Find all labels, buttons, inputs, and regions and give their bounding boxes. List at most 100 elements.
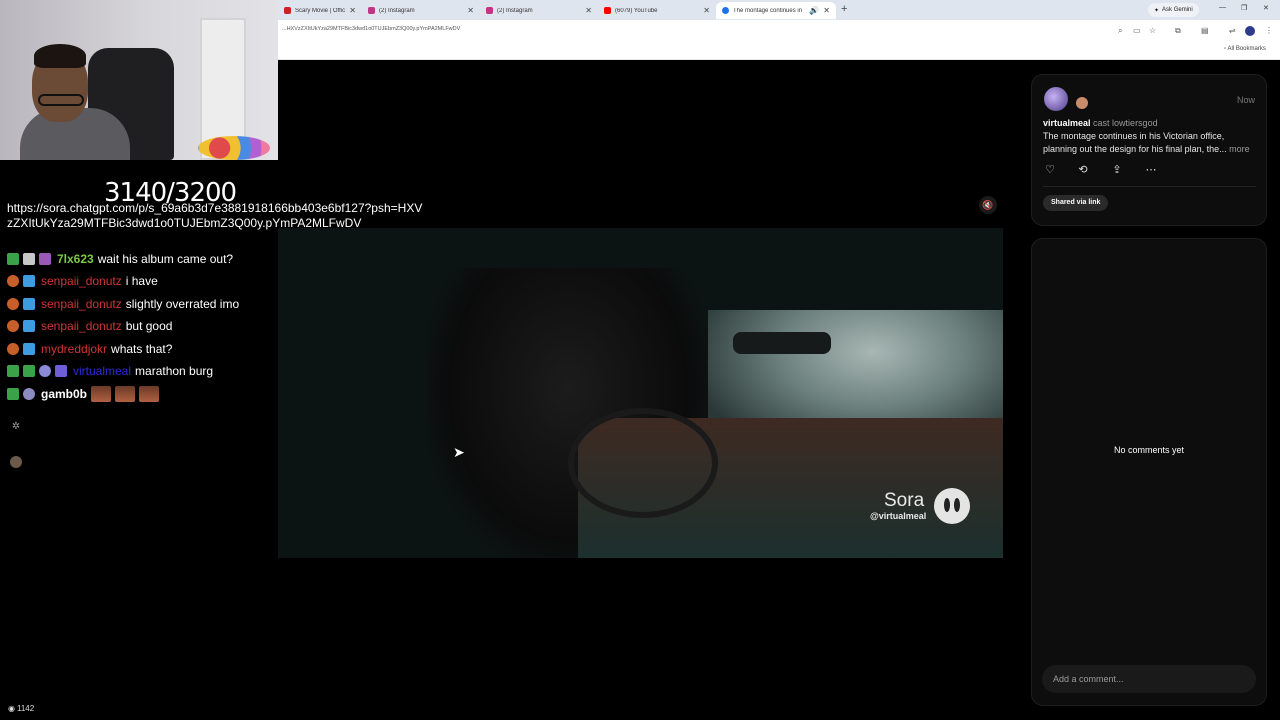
badge-icon — [7, 253, 19, 265]
tab-scary-movie[interactable]: Scary Movie | Official Tr ✕ — [278, 2, 362, 19]
badge-icon — [7, 298, 19, 310]
streamer-webcam — [0, 0, 278, 160]
post-divider — [1043, 186, 1256, 187]
chat-username: virtualmeal — [73, 364, 132, 378]
ask-gemini-label: Ask Gemini — [1162, 7, 1193, 13]
shared-via-link-badge: Shared via link — [1043, 195, 1109, 211]
bookmark-star-icon[interactable]: ☆ — [1149, 26, 1156, 35]
chat-url-message: https://sora.chatgpt.com/p/s_69a6b3d7e38… — [7, 201, 423, 230]
chat-message: gamb0b — [7, 385, 160, 403]
badge-icon — [23, 320, 35, 332]
video-steering-wheel — [568, 408, 718, 518]
badge-icon — [7, 320, 19, 332]
tab-title: (6079) YouTube — [615, 7, 658, 14]
chat-message: senpaii_donutz slightly overrated imo — [7, 295, 239, 313]
badge-icon — [7, 275, 19, 287]
chat-username: gamb0b — [41, 387, 88, 401]
badge-icon — [23, 388, 35, 400]
speaker-icon[interactable]: 🔊 — [809, 6, 819, 15]
user-avatar — [10, 456, 22, 468]
emote-icon — [115, 386, 136, 402]
share-icon[interactable]: ⇪ — [1110, 163, 1124, 177]
emote-icon — [91, 386, 112, 402]
badge-icon — [23, 275, 35, 287]
post-author-link[interactable]: virtualmeal — [1043, 118, 1091, 128]
close-tab-icon[interactable]: ✕ — [823, 6, 830, 15]
mouse-cursor-icon: ➤ — [453, 444, 465, 460]
all-bookmarks-label: All Bookmarks — [1227, 46, 1266, 52]
tab-title: Scary Movie | Official Tr — [295, 7, 346, 14]
post-more-link[interactable]: more — [1229, 144, 1250, 154]
close-tab-icon[interactable]: ✕ — [349, 6, 356, 15]
all-bookmarks-link[interactable]: ▫ All Bookmarks — [1224, 46, 1266, 52]
comment-input[interactable] — [1042, 665, 1256, 693]
tab-title: (2) Instagram — [379, 7, 415, 14]
settings-gear-icon[interactable]: ✲ — [10, 421, 22, 433]
chat-username: senpaii_donutz — [41, 319, 122, 333]
badge-icon — [23, 343, 35, 355]
video-rearview-mirror — [733, 332, 831, 354]
folder-icon: ▫ — [1224, 46, 1227, 52]
tab-sora-active[interactable]: The montage continues in 🔊 ✕ — [716, 2, 836, 19]
chat-text: but good — [125, 319, 173, 333]
viewer-count-value: 1142 — [16, 704, 35, 713]
youtube-favicon-icon — [284, 7, 291, 14]
mute-toggle-button[interactable]: 🔇 — [979, 196, 997, 214]
speaker-muted-icon: 🔇 — [982, 200, 994, 210]
author-avatar[interactable] — [1044, 87, 1068, 111]
tab-instagram-2[interactable]: (2) Instagram ✕ — [480, 2, 598, 19]
no-comments-label: No comments yet — [1113, 445, 1185, 455]
gemini-sparkle-icon: ✦ — [1154, 7, 1160, 14]
post-description: The montage continues in his Victorian o… — [1043, 130, 1258, 156]
close-tab-icon[interactable]: ✕ — [467, 6, 474, 15]
sidebar-icon[interactable]: ▤ — [1201, 26, 1209, 35]
chat-username: mydreddjokr — [41, 342, 108, 356]
post-author-line: virtualmeal cast lowtiersgod — [1043, 118, 1158, 128]
tab-youtube[interactable]: (6079) YouTube ✕ — [598, 2, 716, 19]
chat-text: wait his album came out? — [97, 252, 234, 266]
streamer-glasses — [38, 94, 84, 106]
profile-switch-icon[interactable]: ⇌ — [1229, 26, 1236, 35]
chat-message: 7lx623 wait his album came out? — [7, 250, 233, 268]
chat-text: whats that? — [111, 342, 173, 356]
profile-avatar[interactable] — [1245, 26, 1255, 36]
tab-instagram-1[interactable]: (2) Instagram ✕ — [362, 2, 480, 19]
sora-logo-icon — [934, 488, 970, 524]
close-tab-icon[interactable]: ✕ — [703, 6, 710, 15]
chat-message: virtualmeal marathon burg — [7, 362, 213, 380]
more-options-icon[interactable]: ⋯ — [1144, 163, 1158, 177]
close-window-icon[interactable]: ✕ — [1263, 4, 1269, 12]
post-timestamp: Now — [1237, 95, 1256, 105]
menu-kebab-icon[interactable]: ⋮ — [1265, 26, 1273, 35]
post-cast-line[interactable]: cast lowtiersgod — [1093, 118, 1158, 128]
chat-message: senpaii_donutz i have — [7, 272, 158, 290]
new-tab-button[interactable]: + — [841, 3, 847, 15]
badge-icon — [39, 253, 51, 265]
extensions-icon[interactable]: ⧉ — [1175, 26, 1181, 36]
viewer-count: ◉ 1142 — [8, 704, 34, 713]
close-tab-icon[interactable]: ✕ — [585, 6, 592, 15]
chat-text: slightly overrated imo — [125, 297, 240, 311]
ask-gemini-button[interactable]: ✦ Ask Gemini — [1148, 3, 1199, 17]
minimize-icon[interactable]: — — [1219, 4, 1226, 11]
chat-username: senpaii_donutz — [41, 274, 122, 288]
chat-message: senpaii_donutz but good — [7, 317, 172, 335]
heart-icon[interactable]: ♡ — [1043, 163, 1057, 177]
zoom-icon[interactable]: ⌕ — [1118, 26, 1122, 36]
chat-username: 7lx623 — [57, 252, 94, 266]
badge-icon — [7, 365, 19, 377]
cast-icon[interactable]: ▭ — [1133, 26, 1141, 35]
cast-avatar[interactable] — [1076, 97, 1088, 109]
comments-panel: No comments yet — [1031, 238, 1267, 706]
post-description-text: The montage continues in his Victorian o… — [1043, 131, 1227, 154]
sora-watermark-handle: @virtualmeal — [870, 511, 927, 521]
viewer-icon: ◉ — [8, 704, 15, 713]
flower-rug — [198, 136, 270, 160]
sora-favicon-icon — [722, 7, 729, 14]
address-bar[interactable]: ...HXVzZXItUkYza29MTFBic3dwd1o0TUJEbmZ3Q… — [282, 26, 460, 32]
restore-icon[interactable]: ❐ — [1241, 4, 1247, 12]
tab-title: (2) Instagram — [497, 7, 533, 14]
badge-icon — [7, 388, 19, 400]
remix-icon[interactable]: ⟲ — [1076, 163, 1090, 177]
instagram-favicon-icon — [486, 7, 493, 14]
